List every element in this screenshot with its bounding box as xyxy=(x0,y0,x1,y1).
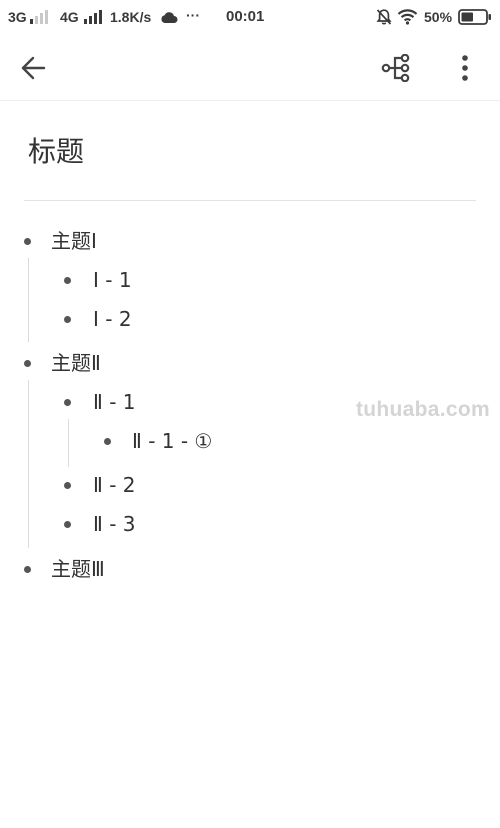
outline-item-text: 主题Ⅱ xyxy=(51,351,101,375)
cloud-icon xyxy=(161,12,178,23)
network-3g-label: 3G xyxy=(8,9,27,25)
indent-guide-line xyxy=(68,419,69,467)
bullet-dot xyxy=(64,399,71,406)
more-vert-icon[interactable] xyxy=(455,54,475,82)
battery-icon xyxy=(458,9,491,25)
outline-item-text: Ⅱ - 1 xyxy=(93,390,136,414)
outline-item-text: Ⅱ - 2 xyxy=(93,473,136,497)
battery-percent: 50% xyxy=(424,9,453,25)
signal-3g-icon xyxy=(30,8,52,24)
status-more-indicator: ··· xyxy=(186,7,200,23)
title-divider xyxy=(24,200,476,201)
watermark: tuhuaba.com xyxy=(356,398,490,421)
bullet-dot xyxy=(24,566,31,573)
outline-item-text: Ⅱ - 1 - ① xyxy=(132,429,213,453)
outline-item-text: 主题Ⅰ xyxy=(51,229,97,253)
status-time: 00:01 xyxy=(226,8,265,25)
status-bar: 3G 4G 1.8K/s ··· 00:01 50% xyxy=(0,0,500,34)
bullet-dot xyxy=(64,316,71,323)
document-title[interactable]: 标题 xyxy=(28,132,84,172)
outline-item-text: Ⅰ - 1 xyxy=(93,268,132,292)
bullet-dot xyxy=(104,438,111,445)
mind-map-icon[interactable] xyxy=(381,54,411,82)
silent-bell-icon xyxy=(376,9,392,25)
bullet-dot xyxy=(64,277,71,284)
network-speed: 1.8K/s xyxy=(110,9,152,25)
indent-guide-line xyxy=(28,258,29,342)
signal-4g-icon xyxy=(84,8,106,24)
outline-item-text: 主题Ⅲ xyxy=(51,557,105,581)
bullet-dot xyxy=(64,521,71,528)
wifi-icon xyxy=(397,9,418,25)
indent-guide-line xyxy=(28,380,29,548)
outline-item-text: Ⅱ - 3 xyxy=(93,512,136,536)
network-4g-label: 4G xyxy=(60,9,79,25)
bullet-dot xyxy=(24,238,31,245)
back-arrow-icon[interactable] xyxy=(20,55,46,81)
app-bar xyxy=(0,34,500,101)
bullet-dot xyxy=(24,360,31,367)
outline-item-text: Ⅰ - 2 xyxy=(93,307,132,331)
bullet-dot xyxy=(64,482,71,489)
